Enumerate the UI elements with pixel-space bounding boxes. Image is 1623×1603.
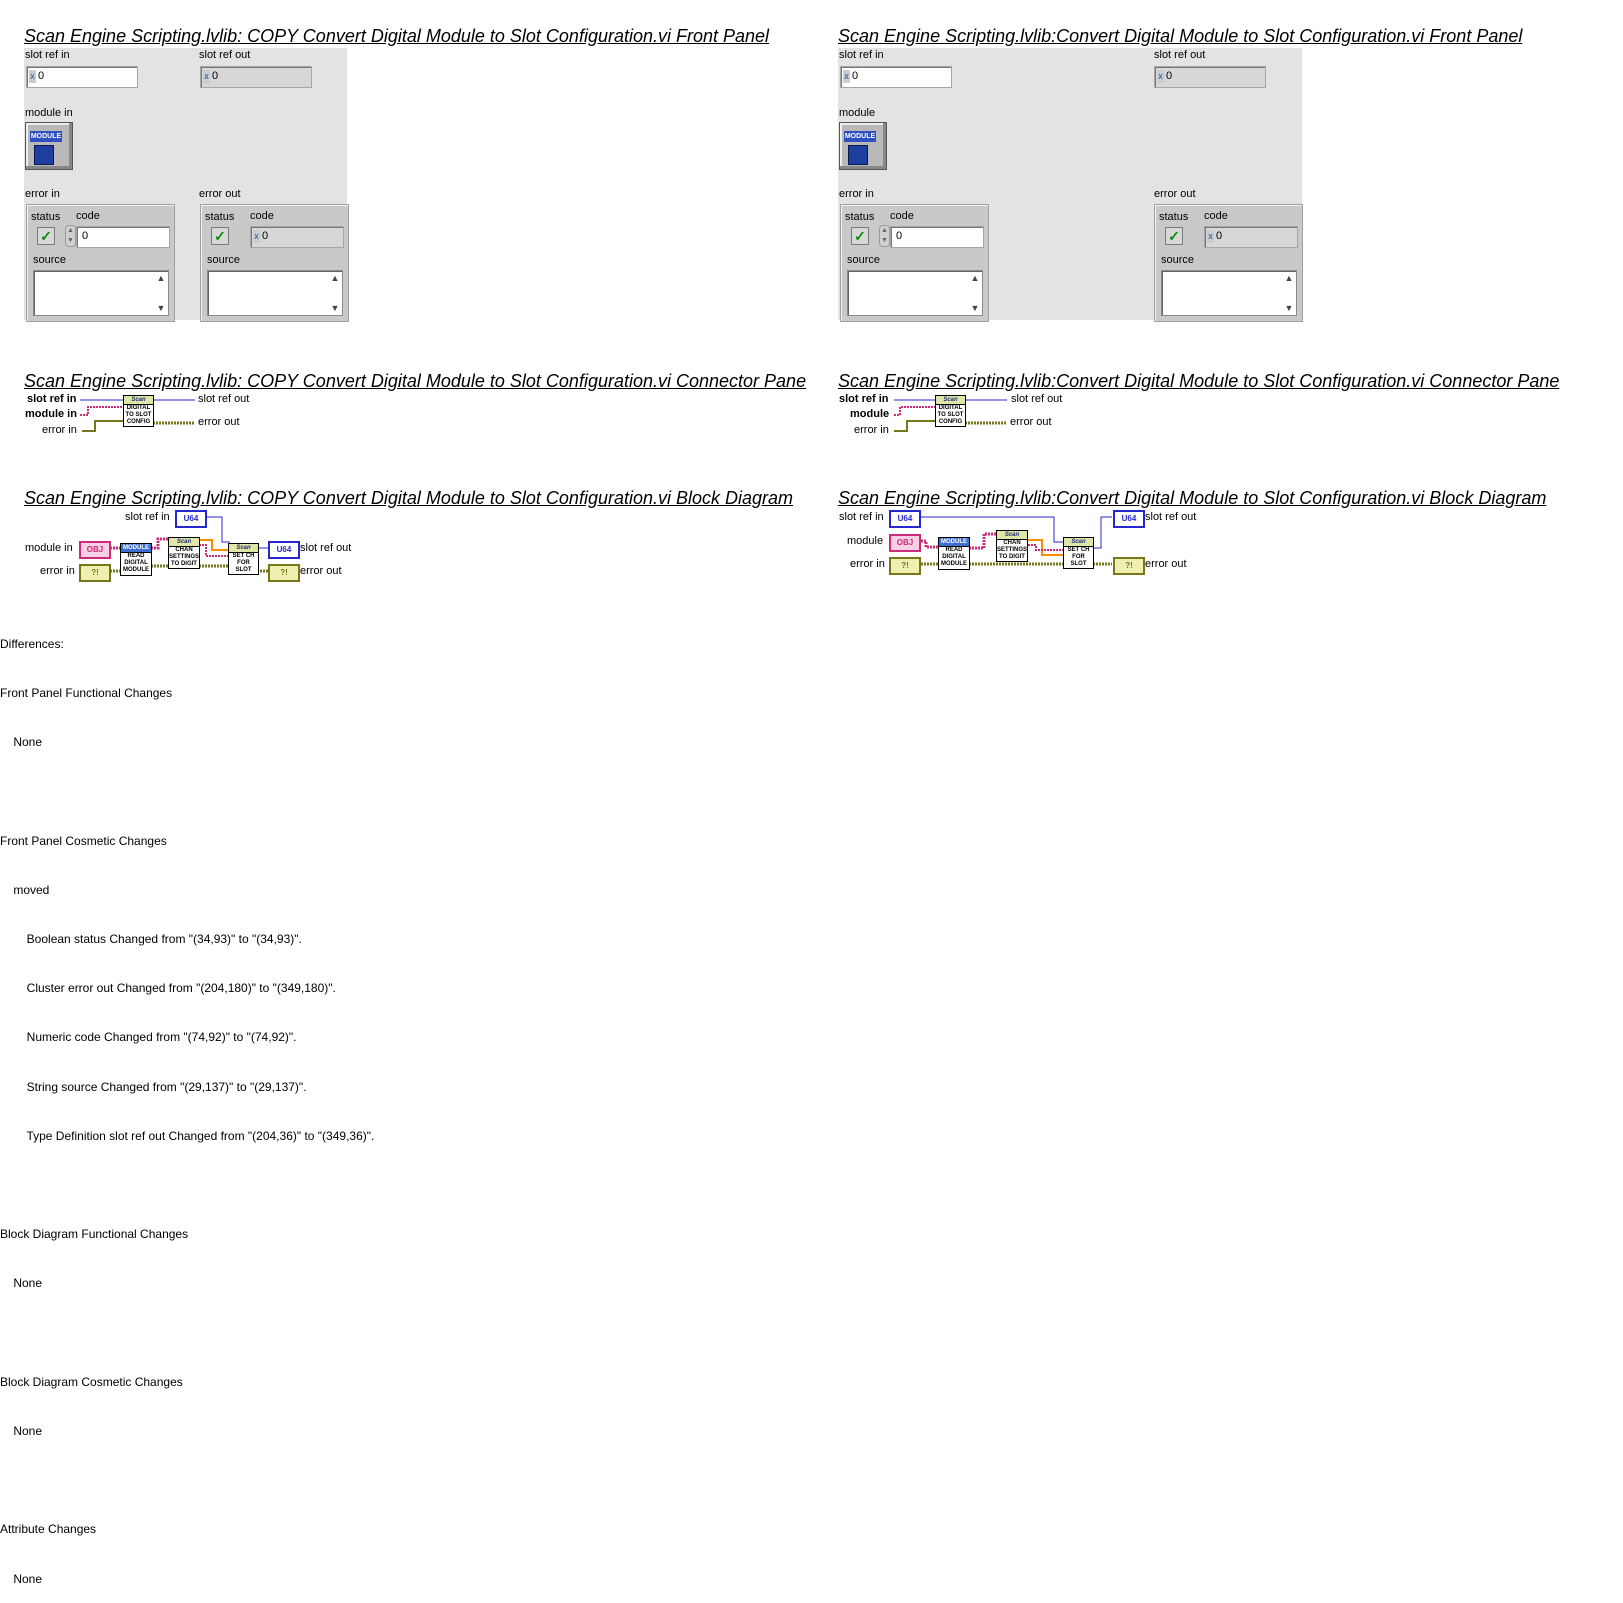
diff-line [0, 1325, 374, 1341]
bd-error-in-label: error in [40, 565, 75, 577]
bd-error-out-terminal[interactable]: ?! [1113, 557, 1145, 575]
bd-error-out-label: error out [1145, 558, 1187, 570]
diff-line: None [0, 1424, 43, 1439]
diff-line: None [0, 735, 43, 750]
bd-slot-ref-out-label: slot ref out [300, 542, 352, 554]
diff-line: Numeric code Changed from "(74,92)" to "… [0, 1030, 297, 1045]
bd-module-terminal[interactable]: OBJ [79, 541, 111, 559]
diff-line: Cluster error out Changed from "(204,180… [0, 981, 336, 996]
bd-slot-ref-out-label: slot ref out [1145, 511, 1197, 523]
diff-line: Front Panel Functional Changes [0, 686, 173, 701]
diff-line: String source Changed from "(29,137)" to… [0, 1079, 307, 1094]
chan-settings-node[interactable]: Scan CHAN SETTINGS TO DIGIT [168, 537, 200, 569]
read-digital-module-node[interactable]: MODULE READ DIGITAL MODULE [120, 543, 152, 576]
diff-line [0, 783, 374, 799]
diff-line: Attribute Changes [0, 1522, 97, 1537]
diff-line [0, 1472, 374, 1488]
bd-module-terminal[interactable]: OBJ [889, 534, 921, 552]
bd-slot-ref-in-terminal[interactable]: U64 [889, 510, 921, 528]
bd-slot-ref-out-terminal[interactable]: U64 [268, 541, 300, 559]
bd-error-out-terminal[interactable]: ?! [268, 564, 300, 582]
diff-line: Block Diagram Functional Changes [0, 1227, 189, 1242]
bd-error-in-terminal[interactable]: ?! [889, 557, 921, 575]
diff-line: moved [0, 882, 50, 897]
diff-line: Boolean status Changed from "(34,93)" to… [0, 932, 302, 947]
differences-report: Differences: Front Panel Functional Chan… [0, 603, 374, 1603]
diff-line: None [0, 1571, 43, 1586]
bd-module-label: module in [25, 542, 73, 554]
set-ch-for-slot-node[interactable]: Scan SET CH FOR SLOT [1063, 537, 1094, 569]
bd-module-label: module [847, 535, 884, 547]
diff-line: Differences: [0, 636, 64, 651]
diff-line: None [0, 1276, 43, 1291]
read-digital-module-node[interactable]: MODULE READ DIGITAL MODULE [938, 537, 970, 570]
right-diagram-wires [919, 516, 1112, 566]
bd-slot-ref-in-terminal[interactable]: U64 [175, 510, 207, 528]
bd-error-in-label: error in [850, 558, 885, 570]
diff-line: Block Diagram Cosmetic Changes [0, 1374, 183, 1389]
left-comparison-column: Scan Engine Scripting.lvlib: COPY Conver… [0, 0, 806, 620]
bd-slot-ref-in-label: slot ref in [839, 511, 884, 523]
diff-line: Front Panel Cosmetic Changes [0, 833, 167, 848]
bd-slot-ref-out-terminal[interactable]: U64 [1113, 510, 1145, 528]
bd-error-out-label: error out [300, 565, 342, 577]
diff-line: Type Definition slot ref out Changed fro… [0, 1128, 375, 1143]
right-comparison-column: Scan Engine Scripting.lvlib:Convert Digi… [814, 0, 1614, 620]
diff-line [0, 1177, 374, 1193]
set-ch-for-slot-node[interactable]: Scan SET CH FOR SLOT [228, 543, 259, 575]
left-diagram-wires [110, 516, 268, 573]
bd-error-in-terminal[interactable]: ?! [79, 564, 111, 582]
chan-settings-node[interactable]: Scan CHAN SETTINGS TO DIGIT [996, 530, 1028, 562]
bd-slot-ref-in-label: slot ref in [125, 511, 170, 523]
